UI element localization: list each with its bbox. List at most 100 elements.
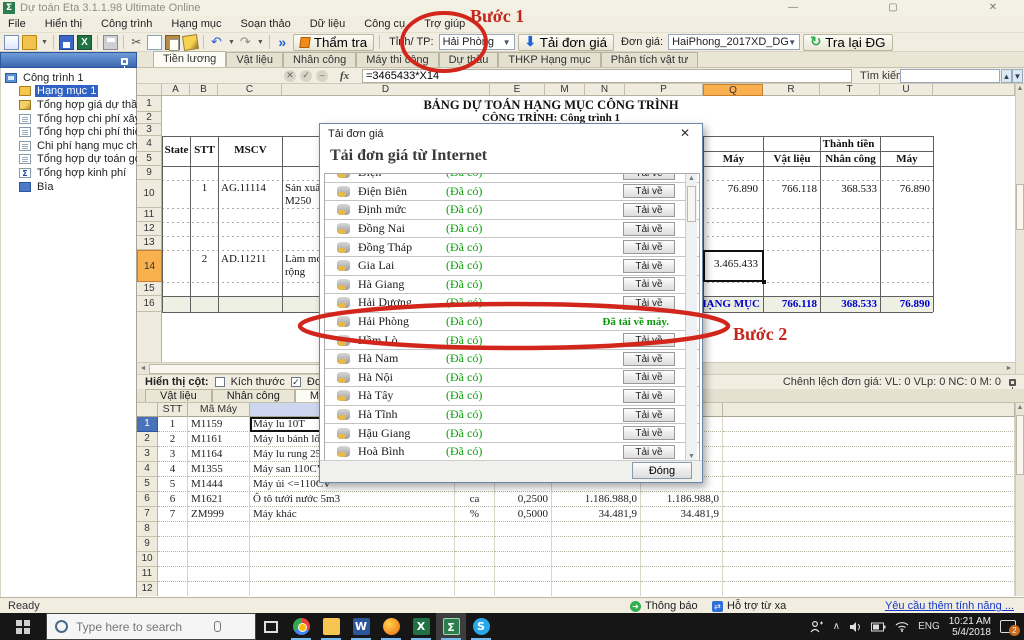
scroll-up-icon[interactable]: ▲ [1016,403,1024,413]
excel-export-icon[interactable]: X [77,35,92,50]
machine-header-ma-may[interactable]: Mã Máy [188,403,250,417]
active-cell[interactable]: 3.465.433 [703,250,764,282]
ho-tro-tu-xa-item[interactable]: ⇄Hỗ trợ từ xa [712,600,786,612]
eta-app-button[interactable]: Σ [436,613,466,640]
cell-r10-stt[interactable]: 1 [191,182,218,194]
download-button[interactable]: Tải về [623,240,675,254]
excel-button[interactable]: X [406,613,436,640]
col-header-u[interactable]: U [880,84,933,96]
row-header[interactable]: 5 [137,152,162,166]
scrollbar-thumb[interactable] [1016,184,1024,230]
formula-input[interactable] [362,69,852,83]
copy-icon[interactable] [147,35,162,50]
menu-tro-giup[interactable]: Trợ giúp [424,18,465,30]
list-item[interactable]: Đồng Nai(Đã có)Tải về [325,220,699,239]
scroll-up-icon[interactable]: ▲ [1016,84,1024,94]
cancel-formula-icon[interactable]: ✕ [284,70,296,82]
cell-r10-mscv[interactable]: AG.11114 [221,182,266,194]
redo-dropdown-icon[interactable]: ▼ [257,39,264,46]
scroll-left-icon[interactable]: ◄ [137,364,149,374]
word-button[interactable]: W [346,613,376,640]
tab-du-thau[interactable]: Dự thầu [439,52,499,67]
download-button[interactable]: Tải về [623,259,675,273]
tab-vat-lieu[interactable]: Vật liệu [226,52,283,67]
people-icon[interactable] [810,620,824,633]
kich-thuoc-checkbox[interactable] [215,377,225,387]
don-gia-select[interactable]: HaiPhong_2017XD_DG3050▼ [668,34,800,50]
redo-icon[interactable]: ↷ [238,35,253,50]
download-button[interactable]: Tải về [623,370,675,384]
chrome-button[interactable] [286,613,316,640]
tab-thkp-hang-muc[interactable]: THKP Hạng mục [498,52,600,67]
row-header[interactable]: 15 [137,282,162,296]
dialog-scrollbar[interactable]: ▲ ▼ [685,174,697,462]
new-icon[interactable] [4,35,19,50]
scrollbar-thumb[interactable] [687,186,696,222]
list-item[interactable]: Hà Tây(Đã có)Tải về [325,387,699,406]
col-header-b[interactable]: B [190,84,218,96]
subtab-nhan-cong[interactable]: Nhân công [212,389,295,402]
vertical-scrollbar[interactable]: ▲ [1015,84,1024,374]
tab-may-thi-cong[interactable]: Máy thi công [356,52,438,67]
row-header-active[interactable]: 14 [137,250,162,282]
subtab-vat-lieu[interactable]: Vật liệu [145,389,212,402]
corner-cell[interactable] [137,84,162,96]
save-icon[interactable] [59,35,74,50]
row-header[interactable]: 13 [137,236,162,250]
dialog-close-icon[interactable]: ✕ [676,126,694,142]
row-header[interactable]: 1 [137,96,162,112]
start-button[interactable] [0,613,46,640]
download-button[interactable]: Tải về [623,173,675,180]
tree-item-bia[interactable]: Bìa [19,180,136,194]
menu-soan-thao[interactable]: Soạn thảo [241,18,291,30]
dong-button[interactable]: Đóng [632,462,692,479]
download-button[interactable]: Tải về [623,277,675,291]
tree-item-du-toan-goi-thau[interactable]: Tổng hợp dự toán gói thầu [19,153,136,167]
maximize-button[interactable]: ▢ [882,1,904,15]
cell-r10-nc[interactable]: 368.533 [822,183,877,195]
find-input[interactable] [900,69,1000,83]
taskbar-search[interactable] [46,613,256,640]
col-header-m[interactable]: M [545,84,585,96]
scrollbar-thumb[interactable] [1016,415,1024,475]
col-header-r[interactable]: R [763,84,820,96]
list-item[interactable]: Điện(Đã có)Tải về [325,173,699,183]
microphone-icon[interactable] [214,621,221,632]
print-preview-icon[interactable] [103,35,118,50]
cell-r10-vl[interactable]: 766.118 [765,183,817,195]
feature-request-link[interactable]: Yêu cầu thêm tính năng ... [885,600,1014,612]
list-item[interactable]: Hà Tĩnh(Đã có)Tải về [325,406,699,425]
confirm-formula-icon[interactable]: ✓ [300,70,312,82]
pin-icon[interactable] [1009,379,1016,386]
menu-du-lieu[interactable]: Dữ liệu [310,18,346,30]
tab-tien-luong[interactable]: Tiền lương [153,51,226,67]
tree-item-tong-hop-kinh-phi[interactable]: ΣTổng hợp kinh phí [19,166,136,180]
col-header-d[interactable]: D [282,84,490,96]
find-next-icon[interactable]: ▼ [1012,69,1023,83]
scrollbar-thumb[interactable] [149,364,339,374]
scroll-up-icon[interactable]: ▲ [686,174,697,184]
open-icon[interactable] [22,35,37,50]
wifi-icon[interactable] [895,621,909,632]
taskbar-search-input[interactable] [76,620,206,634]
col-header-t[interactable]: T [820,84,880,96]
file-explorer-button[interactable] [316,613,346,640]
download-button[interactable]: Tải về [623,333,675,347]
row-header[interactable]: 2 [137,112,162,124]
tra-lai-dg-button[interactable]: ↻Tra lại ĐG [803,34,892,51]
cell-r10-desc2[interactable]: M250 [285,195,311,207]
find-prev-icon[interactable]: ▲ [1001,69,1012,83]
tray-expand-icon[interactable]: ∧ [833,621,840,632]
cell-r10-may-dg[interactable]: 76.890 [705,183,758,195]
tham-tra-button[interactable]: Thẩm tra [293,34,374,51]
list-item[interactable]: Đồng Tháp(Đã có)Tải về [325,238,699,257]
row-header[interactable]: 4 [137,136,162,152]
row-header[interactable]: 16 [137,296,162,312]
language-indicator[interactable]: ENG [918,621,940,632]
task-view-button[interactable] [256,613,286,640]
menu-cong-trinh[interactable]: Công trình [101,18,152,30]
table-row[interactable]: 9 [137,537,1015,552]
menu-hang-muc[interactable]: Hạng mục [171,18,221,30]
list-item[interactable]: Hà Nam(Đã có)Tải về [325,350,699,369]
menu-file[interactable]: File [8,18,26,30]
